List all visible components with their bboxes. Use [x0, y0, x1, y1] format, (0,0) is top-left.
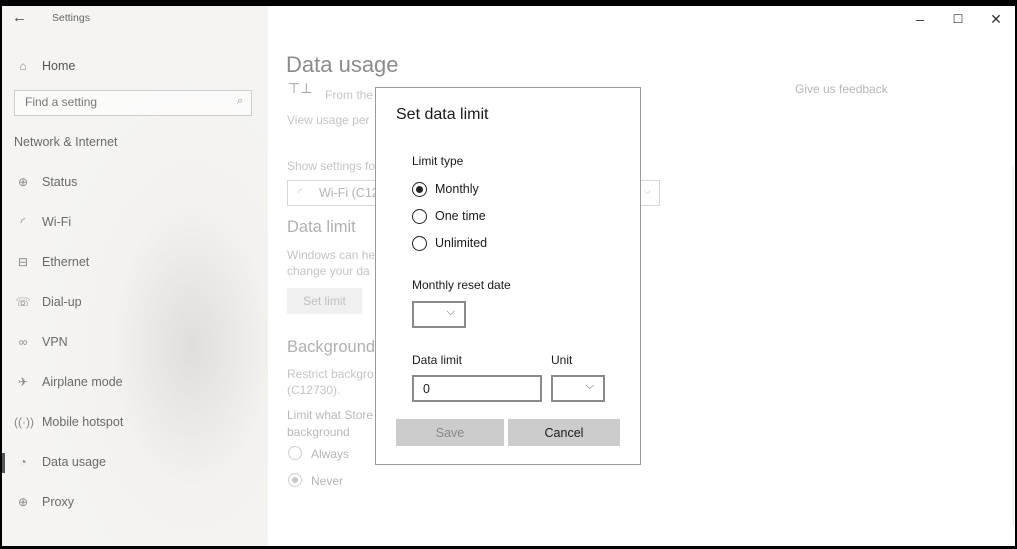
sidebar-item-label: Status [42, 175, 78, 189]
radio-dot [416, 185, 423, 193]
reset-date-label: Monthly reset date [412, 278, 511, 292]
data-limit-input[interactable] [414, 377, 533, 400]
sidebar-item-label: Proxy [42, 495, 74, 509]
close-button[interactable]: ✕ [984, 10, 1008, 28]
reset-date-dropdown[interactable]: ⌵ [412, 301, 466, 328]
sidebar-item-hotspot[interactable]: ((·)) Mobile hotspot [14, 410, 123, 434]
background-heading: Background [287, 338, 376, 356]
network-icon: ⊤⊥ [288, 80, 313, 96]
from-text: From the [325, 88, 374, 102]
save-button[interactable]: Save [396, 419, 504, 446]
minimize-button[interactable]: – [908, 10, 932, 28]
sidebar-item-vpn[interactable]: ∞ VPN [14, 330, 68, 354]
sidebar-item-dialup[interactable]: ☏ Dial-up [14, 290, 82, 314]
back-arrow-icon[interactable]: ← [12, 9, 27, 26]
section-heading: Network & Internet [14, 135, 118, 149]
globe-icon: ⊕ [17, 175, 29, 189]
sidebar-item-data-usage[interactable]: ◔ Data usage [14, 450, 106, 474]
sidebar-item-airplane[interactable]: ✈ Airplane mode [14, 370, 123, 394]
sidebar-item-label: VPN [42, 335, 68, 349]
home-icon: ⌂ [19, 59, 27, 73]
maximize-button[interactable]: ☐ [946, 10, 970, 28]
radio-button[interactable] [412, 181, 427, 197]
radio-unlimited[interactable]: Unlimited [412, 234, 487, 252]
ethernet-icon: ⊟ [17, 255, 29, 269]
dialog-title: Set data limit [396, 106, 489, 123]
unit-label: Unit [551, 353, 573, 367]
chevron-down-icon: ⌵ [585, 380, 594, 392]
set-limit-button[interactable]: Set limit [287, 288, 362, 314]
sidebar-item-status[interactable]: ⊕ Status [14, 170, 77, 194]
radio-monthly[interactable]: Monthly [412, 180, 479, 198]
restrict-text: (C12730). [287, 383, 341, 397]
sidebar: ← Settings ⌂ Home ⌕ Network & Internet ⊕… [2, 6, 268, 546]
sidebar-item-label: Home [42, 59, 76, 73]
view-usage-text: View usage per [287, 113, 370, 127]
sidebar-item-label: Dial-up [42, 295, 82, 309]
restrict-text: Restrict backgro [287, 367, 374, 381]
wifi-icon: ◜ [20, 215, 26, 229]
search-icon[interactable]: ⌕ [237, 95, 243, 108]
feedback-link[interactable]: Give us feedback [795, 82, 888, 96]
data-limit-heading: Data limit [287, 218, 356, 236]
show-settings-label: Show settings fo [287, 159, 376, 173]
limit-store-text: background [287, 425, 350, 439]
radio-label: Monthly [435, 182, 479, 196]
radio-never-label: Never [311, 474, 344, 488]
description-line: change your da [287, 264, 370, 278]
search-input[interactable] [15, 91, 215, 113]
sidebar-item-label: Airplane mode [42, 375, 123, 389]
sidebar-item-ethernet[interactable]: ⊟ Ethernet [14, 250, 89, 274]
set-data-limit-dialog: Set data limit Limit type Monthly One ti… [375, 87, 641, 465]
limit-type-label: Limit type [412, 154, 464, 168]
radio-never[interactable] [288, 473, 302, 487]
radio-button[interactable] [412, 208, 427, 224]
active-indicator [2, 453, 5, 473]
window-title: Settings [52, 12, 90, 24]
sidebar-item-home[interactable]: ⌂ Home [14, 54, 75, 78]
sidebar-item-label: Mobile hotspot [42, 415, 124, 429]
data-limit-label: Data limit [412, 353, 463, 367]
scrollbar[interactable] [1012, 166, 1014, 526]
description-line: Windows can he [287, 248, 376, 262]
unit-dropdown[interactable]: ⌵ [551, 375, 605, 402]
radio-label: One time [435, 209, 486, 223]
proxy-icon: ⊕ [17, 495, 29, 509]
sidebar-item-label: Data usage [42, 455, 106, 469]
sidebar-item-label: Wi-Fi [42, 215, 72, 229]
settings-window: ← Settings ⌂ Home ⌕ Network & Internet ⊕… [2, 6, 1015, 546]
airplane-icon: ✈ [17, 375, 29, 389]
chevron-down-icon: ⌵ [446, 306, 455, 318]
dialup-icon: ☏ [15, 295, 31, 309]
radio-one-time[interactable]: One time [412, 207, 486, 225]
page-title: Data usage [286, 52, 399, 77]
radio-always-label: Always [311, 447, 350, 461]
search-box[interactable]: ⌕ [14, 90, 252, 116]
data-usage-icon: ◔ [19, 455, 27, 469]
chevron-down-icon: ⌵ [643, 186, 651, 197]
radio-always[interactable] [288, 446, 302, 460]
radio-label: Unlimited [435, 236, 488, 250]
radio-dot [292, 477, 298, 483]
limit-store-text: Limit what Store [287, 408, 374, 422]
vpn-icon: ∞ [18, 335, 28, 349]
hotspot-icon: ((·)) [14, 415, 34, 429]
cancel-button[interactable]: Cancel [508, 419, 620, 446]
sidebar-item-proxy[interactable]: ⊕ Proxy [14, 490, 74, 514]
sidebar-item-label: Ethernet [42, 255, 90, 269]
sidebar-item-wifi[interactable]: ◜ Wi-Fi [14, 210, 71, 234]
radio-button[interactable] [412, 235, 427, 251]
network-value: Wi-Fi (C12 [319, 186, 379, 200]
data-limit-field[interactable] [412, 375, 542, 402]
wifi-icon: ◜ [298, 187, 303, 199]
